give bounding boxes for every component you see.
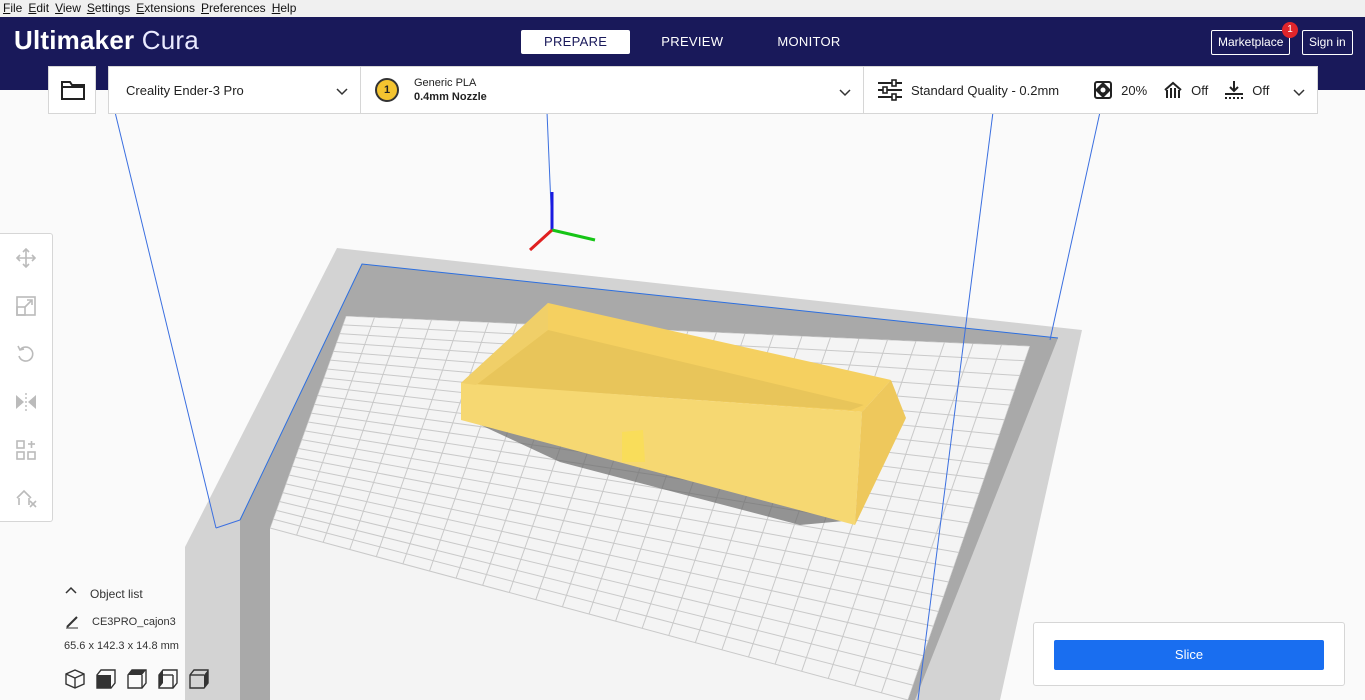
quality-profile: Standard Quality - 0.2mm (911, 82, 1060, 98)
object-dimensions: 65.6 x 142.3 x 14.8 mm (64, 640, 179, 652)
3d-viewport[interactable] (0, 90, 1365, 700)
menu-view[interactable]: View (52, 0, 84, 17)
left-view-icon[interactable] (157, 668, 179, 690)
tab-preview[interactable]: PREVIEW (638, 30, 746, 54)
menu-help[interactable]: Help (269, 0, 300, 17)
build-plate-scene (114, 111, 1101, 700)
front-view-icon[interactable] (95, 668, 117, 690)
menu-extensions[interactable]: Extensions (133, 0, 198, 17)
infill-value: 20% (1121, 82, 1148, 98)
folder-icon (61, 79, 85, 106)
printer-selector[interactable]: Creality Ender-3 Pro (109, 67, 361, 113)
extruder-number-icon: 1 (375, 78, 399, 102)
tab-monitor[interactable]: MONITOR (754, 30, 863, 54)
tab-prepare[interactable]: PREPARE (521, 30, 631, 54)
adhesion-icon (1224, 80, 1244, 100)
material-name: Generic PLA (414, 77, 477, 89)
sign-in-button[interactable]: Sign in (1302, 30, 1353, 55)
marketplace-button[interactable]: Marketplace (1211, 30, 1291, 55)
per-model-settings-icon[interactable] (14, 438, 38, 462)
open-file-button[interactable] (48, 66, 96, 114)
stage-tabs: PREPARE PREVIEW MONITOR (521, 30, 864, 54)
nozzle-size: 0.4mm Nozzle (414, 91, 487, 103)
move-icon[interactable] (14, 246, 38, 270)
print-settings-selector[interactable]: Standard Quality - 0.2mm 20% Off Off (864, 67, 1317, 113)
scale-icon[interactable] (14, 294, 38, 318)
pencil-icon[interactable] (65, 615, 79, 632)
slice-panel: Slice (1033, 622, 1345, 686)
material-selector[interactable]: 1 Generic PLA 0.4mm Nozzle (361, 67, 864, 113)
x-axis (528, 228, 554, 252)
menu-bar: File Edit View Settings Extensions Prefe… (0, 0, 1365, 17)
menu-file[interactable]: File (0, 0, 25, 17)
mirror-icon[interactable] (14, 390, 38, 414)
infill-icon (1093, 80, 1113, 100)
support-value: Off (1191, 82, 1209, 98)
3d-view-icon[interactable] (64, 668, 86, 690)
support-icon (1163, 80, 1183, 100)
menu-settings[interactable]: Settings (84, 0, 133, 17)
adhesion-value: Off (1252, 82, 1270, 98)
chevron-up-icon[interactable] (65, 585, 77, 597)
rotate-icon[interactable] (14, 342, 38, 366)
object-name[interactable]: CE3PRO_cajon3 (92, 616, 176, 628)
printer-name: Creality Ender-3 Pro (126, 82, 244, 98)
menu-preferences[interactable]: Preferences (198, 0, 269, 17)
chevron-down-icon (1293, 85, 1305, 100)
object-list-header[interactable]: Object list (90, 587, 143, 601)
tool-panel (0, 233, 53, 522)
right-view-icon[interactable] (188, 668, 210, 690)
sliders-icon (877, 79, 903, 101)
machine-settings-bar: Creality Ender-3 Pro 1 Generic PLA 0.4mm… (108, 66, 1318, 114)
support-blocker-icon[interactable] (14, 486, 38, 510)
camera-view-buttons (64, 668, 210, 690)
menu-edit[interactable]: Edit (25, 0, 52, 17)
chevron-down-icon (839, 84, 851, 102)
chevron-down-icon (336, 84, 348, 99)
app-logo: Ultimaker Cura (14, 25, 199, 55)
marketplace-notification-badge: 1 (1282, 22, 1298, 38)
y-axis (551, 228, 596, 242)
slice-button[interactable]: Slice (1054, 640, 1324, 670)
top-view-icon[interactable] (126, 668, 148, 690)
